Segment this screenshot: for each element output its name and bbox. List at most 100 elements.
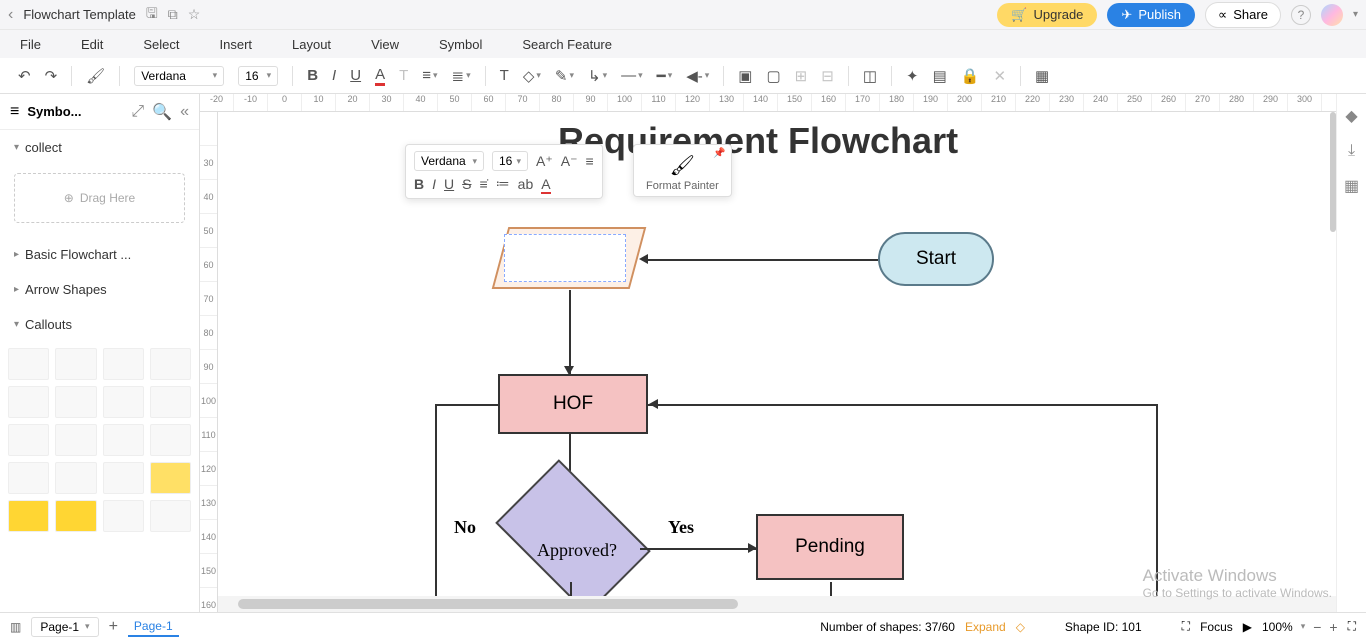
float-underline-button[interactable]: U [444, 176, 454, 192]
shape-thumb[interactable] [55, 462, 96, 494]
tools-button[interactable]: ✕ [993, 67, 1006, 85]
page-options-button[interactable]: ▦ [1035, 67, 1049, 85]
collapse-icon[interactable]: « [180, 103, 189, 121]
valign-button[interactable]: ≣▾ [452, 67, 471, 85]
ungroup-button[interactable]: ⊟ [821, 67, 834, 85]
shape-thumb[interactable] [55, 500, 96, 532]
apps-icon[interactable]: ▦ [1344, 176, 1359, 196]
shape-thumb[interactable] [150, 348, 191, 380]
user-menu-caret-icon[interactable]: ▾ [1353, 9, 1358, 20]
floating-text-toolbar[interactable]: Verdana▾ 16▾ A⁺ A⁻ ≡ B I U S ≡̇ ≔ ab A [405, 144, 603, 199]
bold-button[interactable]: B [307, 67, 318, 84]
section-arrow-shapes[interactable]: Arrow Shapes [0, 272, 199, 307]
zoom-level[interactable]: 100% [1262, 620, 1293, 634]
shape-thumb[interactable] [8, 500, 49, 532]
text-box-button[interactable]: T [500, 67, 509, 84]
shape-thumb[interactable] [150, 462, 191, 494]
float-italic-button[interactable]: I [432, 176, 436, 192]
section-collect[interactable]: collect [0, 130, 199, 165]
shape-thumb[interactable] [103, 348, 144, 380]
menu-view[interactable]: View [371, 37, 399, 52]
shape-thumb[interactable] [8, 424, 49, 456]
group-button[interactable]: ⊞ [795, 67, 808, 85]
menu-insert[interactable]: Insert [220, 37, 253, 52]
pages-icon[interactable]: ▥ [10, 620, 21, 634]
shape-format-icon[interactable]: ◆ [1345, 106, 1357, 126]
page-tab[interactable]: Page-1 [128, 617, 179, 637]
shape-thumb[interactable] [8, 348, 49, 380]
crop-button[interactable]: ◫ [863, 67, 877, 85]
fill-color-button[interactable]: ◇▾ [523, 67, 541, 85]
fullscreen-icon[interactable]: ⛶ [1348, 619, 1356, 634]
focus-icon[interactable]: ⛶ [1182, 619, 1190, 634]
section-basic-flowchart[interactable]: Basic Flowchart ... [0, 237, 199, 272]
format-painter-icon[interactable]: 🖌 [670, 153, 695, 178]
format-painter-button[interactable]: 🖌 [86, 67, 105, 85]
add-page-button[interactable]: + [109, 618, 118, 636]
expand-link[interactable]: Expand [965, 620, 1006, 634]
star-icon[interactable]: ☆ [188, 6, 201, 23]
avatar[interactable] [1321, 4, 1343, 26]
decrease-font-button[interactable]: A⁻ [561, 153, 578, 170]
float-bulletlist-button[interactable]: ≔ [496, 175, 510, 192]
line-style-button[interactable]: —▾ [621, 67, 643, 84]
float-numlist-button[interactable]: ≡̇ [479, 176, 487, 192]
arrow-start-button[interactable]: ◀-▾ [686, 67, 709, 85]
canvas[interactable]: Requirement Flowchart Start HOF Approved… [218, 112, 1366, 596]
shape-thumb[interactable] [8, 386, 49, 418]
lock-button[interactable]: 🔒 [961, 67, 980, 85]
shape-thumb[interactable] [8, 462, 49, 494]
export-icon[interactable]: ⤓ [1348, 142, 1355, 160]
menu-symbol[interactable]: Symbol [439, 37, 482, 52]
drag-zone[interactable]: ⊕Drag Here [14, 173, 185, 223]
flowchart-title[interactable]: Requirement Flowchart [558, 120, 958, 162]
presentation-icon[interactable]: ▶ [1243, 620, 1252, 634]
layers-button[interactable]: ▤ [933, 67, 947, 85]
float-case-button[interactable]: ab [518, 176, 534, 192]
floating-format-painter[interactable]: 📌 🖌 Format Painter [633, 144, 732, 197]
horizontal-scrollbar[interactable] [218, 596, 1366, 612]
line-weight-button[interactable]: ━▾ [657, 67, 673, 85]
scrollbar-thumb[interactable] [238, 599, 738, 609]
shape-start[interactable]: Start [878, 232, 994, 286]
upgrade-button[interactable]: 🛒Upgrade [997, 3, 1097, 27]
align-button[interactable]: ≡▾ [422, 67, 437, 84]
float-size-select[interactable]: 16▾ [492, 151, 528, 171]
publish-button[interactable]: ✈Publish [1107, 3, 1195, 27]
vertical-scrollbar-thumb[interactable] [1330, 112, 1336, 232]
menu-layout[interactable]: Layout [292, 37, 331, 52]
focus-label[interactable]: Focus [1200, 620, 1233, 634]
shape-thumb[interactable] [55, 386, 96, 418]
save-icon[interactable]: 🖫 [146, 3, 158, 27]
open-external-icon[interactable]: ⧉ [168, 6, 178, 23]
float-align-button[interactable]: ≡ [585, 153, 593, 169]
shape-thumb[interactable] [150, 424, 191, 456]
help-icon[interactable]: ? [1291, 5, 1311, 25]
float-strike-button[interactable]: S [462, 176, 471, 192]
italic-button[interactable]: I [332, 67, 336, 84]
menu-select[interactable]: Select [143, 37, 179, 52]
search-icon[interactable]: 🔍 [152, 102, 172, 122]
effects-button[interactable]: ✦ [906, 67, 919, 85]
menu-file[interactable]: File [20, 37, 41, 52]
shape-thumb[interactable] [150, 500, 191, 532]
redo-button[interactable]: ↷ [45, 67, 58, 85]
back-icon[interactable]: ‹ [8, 6, 13, 24]
shape-thumb[interactable] [103, 500, 144, 532]
shape-thumb[interactable] [103, 386, 144, 418]
float-fontcolor-button[interactable]: A [541, 176, 550, 192]
float-font-select[interactable]: Verdana▾ [414, 151, 484, 171]
connector-style-button[interactable]: ↳▾ [588, 67, 607, 85]
undo-button[interactable]: ↶ [18, 67, 31, 85]
shape-hof[interactable]: HOF [498, 374, 648, 434]
line-color-button[interactable]: ✎▾ [555, 67, 574, 85]
pin-icon[interactable]: 📌 [713, 148, 725, 159]
font-color-button[interactable]: A [375, 66, 385, 86]
shape-thumb[interactable] [150, 386, 191, 418]
zoom-in-button[interactable]: + [1329, 619, 1337, 635]
menu-edit[interactable]: Edit [81, 37, 103, 52]
diamond-icon[interactable]: ◇ [1016, 620, 1025, 634]
shape-pending[interactable]: Pending [756, 514, 904, 580]
highlight-button[interactable]: T [399, 67, 408, 84]
shape-decision[interactable] [495, 459, 651, 596]
